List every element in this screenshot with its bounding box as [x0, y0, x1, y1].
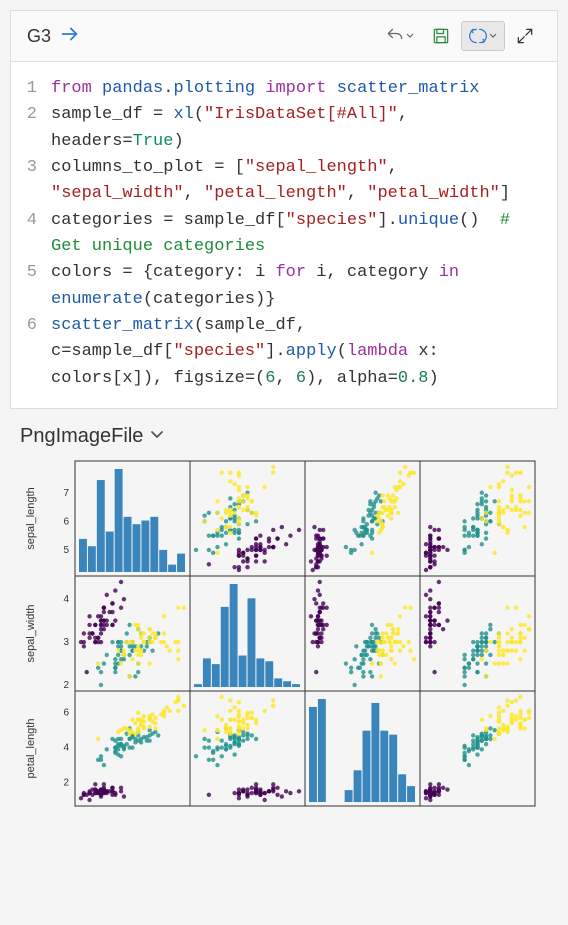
svg-text:2: 2: [63, 680, 69, 691]
code-line[interactable]: 5colors = {category: i for i, category i…: [11, 260, 557, 313]
output-title-text: PngImageFile: [20, 425, 143, 448]
code-content[interactable]: categories = sample_df["species"].unique…: [51, 208, 557, 261]
svg-text:6: 6: [63, 708, 69, 719]
line-number: 4: [11, 208, 51, 261]
line-number: 1: [11, 76, 51, 102]
code-line[interactable]: 6scatter_matrix(sample_df, c=sample_df["…: [11, 313, 557, 392]
chevron-down-icon: [149, 425, 165, 448]
line-number: 2: [11, 102, 51, 155]
code-content[interactable]: sample_df = xl("IrisDataSet[#All]", head…: [51, 102, 557, 155]
expand-button[interactable]: [509, 22, 541, 50]
undo-button[interactable]: [379, 22, 421, 50]
svg-text:6: 6: [63, 516, 69, 527]
arrow-right-icon: [59, 23, 81, 50]
svg-text:sepal_width: sepal_width: [25, 605, 37, 663]
line-number: 6: [11, 313, 51, 392]
output-image: sepal_length 5 6 7 sepal_width 2 3 4 petal_lengt…: [20, 456, 548, 836]
svg-text:4: 4: [63, 743, 69, 754]
svg-text:5: 5: [63, 545, 69, 556]
output-header[interactable]: PngImageFile: [20, 425, 548, 448]
cell-reference: G3: [27, 26, 51, 47]
line-number: 5: [11, 260, 51, 313]
code-line[interactable]: 2sample_df = xl("IrisDataSet[#All]", hea…: [11, 102, 557, 155]
save-button[interactable]: [425, 22, 457, 50]
line-number: 3: [11, 155, 51, 208]
svg-text:4: 4: [63, 594, 69, 605]
svg-text:sepal_length: sepal_length: [25, 487, 37, 549]
code-line[interactable]: 4categories = sample_df["species"].uniqu…: [11, 208, 557, 261]
code-output-toggle[interactable]: [461, 21, 505, 51]
toolbar: G3: [10, 10, 558, 62]
code-content[interactable]: colors = {category: i for i, category in…: [51, 260, 557, 313]
svg-text:petal_length: petal_length: [25, 719, 37, 779]
code-line[interactable]: 3columns_to_plot = ["sepal_length", "sep…: [11, 155, 557, 208]
code-content[interactable]: from pandas.plotting import scatter_matr…: [51, 76, 557, 102]
code-editor[interactable]: 1from pandas.plotting import scatter_mat…: [10, 62, 558, 409]
svg-text:3: 3: [63, 637, 69, 648]
code-content[interactable]: columns_to_plot = ["sepal_length", "sepa…: [51, 155, 557, 208]
scatter-matrix-chart: sepal_length 5 6 7 sepal_width 2 3 4 petal_lengt…: [20, 456, 540, 836]
svg-text:2: 2: [63, 778, 69, 789]
svg-text:7: 7: [63, 488, 69, 499]
code-content[interactable]: scatter_matrix(sample_df, c=sample_df["s…: [51, 313, 557, 392]
code-line[interactable]: 1from pandas.plotting import scatter_mat…: [11, 76, 557, 102]
